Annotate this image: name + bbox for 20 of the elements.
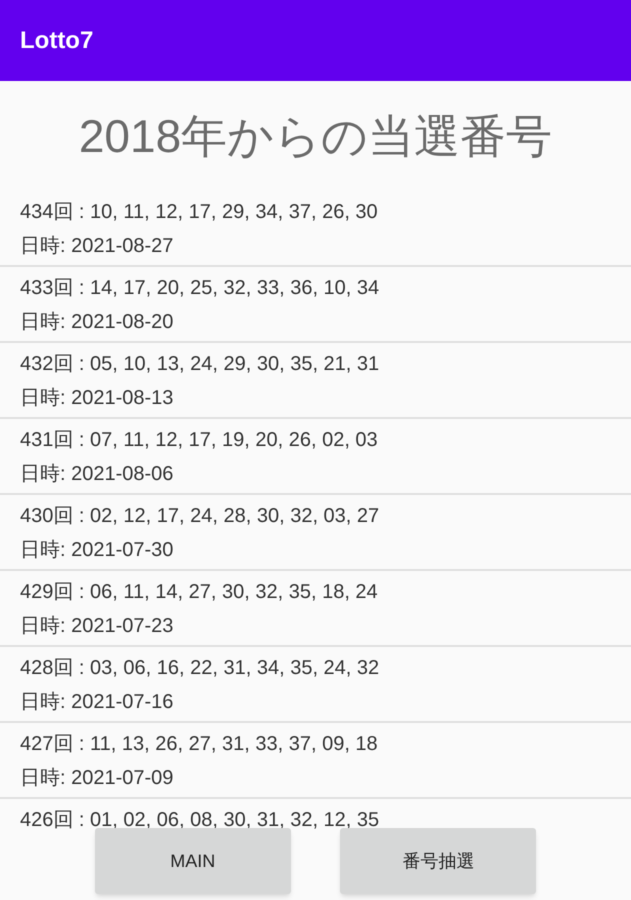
- draw-numbers: 428回 : 03, 06, 16, 22, 31, 34, 35, 24, 32: [20, 656, 380, 681]
- main-button[interactable]: MAIN: [94, 828, 291, 894]
- draw-numbers: 432回 : 05, 10, 13, 24, 29, 30, 35, 21, 31: [20, 352, 380, 377]
- draw-date: 日時: 2021-07-09: [20, 766, 174, 791]
- draw-date: 日時: 2021-07-23: [20, 614, 174, 639]
- draw-date: 日時: 2021-08-06: [20, 462, 174, 487]
- draw-numbers: 430回 : 02, 12, 17, 24, 28, 30, 32, 03, 27: [20, 504, 380, 529]
- draw-date: 日時: 2021-08-27: [20, 234, 174, 259]
- draw-date: 日時: 2021-08-20: [20, 310, 174, 335]
- page-heading: 2018年からの当選番号: [78, 108, 552, 164]
- app-title: Lotto7: [20, 26, 94, 56]
- draw-numbers: 427回 : 11, 13, 26, 27, 31, 33, 37, 09, 18: [20, 732, 379, 757]
- draw-date: 日時: 2021-07-16: [20, 690, 174, 715]
- draw-numbers: 434回 : 10, 11, 12, 17, 29, 34, 37, 26, 30: [20, 200, 379, 225]
- draw-date: 日時: 2021-07-30: [20, 538, 174, 563]
- draw-numbers: 429回 : 06, 11, 14, 27, 30, 32, 35, 18, 24: [20, 580, 379, 605]
- draw-date: 日時: 2021-08-13: [20, 386, 174, 411]
- draw-numbers: 431回 : 07, 11, 12, 17, 19, 20, 26, 02, 03: [20, 428, 379, 453]
- draw-numbers-button[interactable]: 番号抽選: [340, 828, 536, 894]
- draw-numbers: 433回 : 14, 17, 20, 25, 32, 33, 36, 10, 34: [20, 276, 380, 301]
